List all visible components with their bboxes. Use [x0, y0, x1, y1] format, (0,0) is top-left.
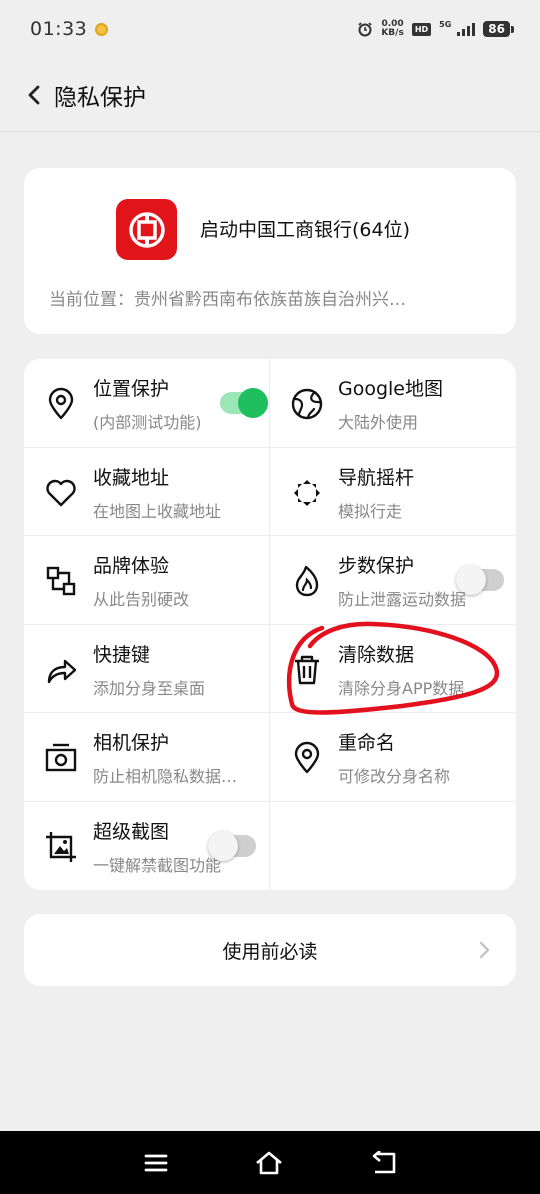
- feature-subtitle: 一键解禁截图功能: [93, 855, 222, 875]
- status-bar: 01:33 0.00 KB/s HD 5G 86: [0, 0, 540, 58]
- chevron-right-icon: [479, 941, 490, 959]
- feature-super-screenshot[interactable]: 超级截图 一键解禁截图功能: [24, 802, 270, 891]
- readme-label: 使用前必读: [222, 940, 318, 963]
- current-location-text: 当前位置：贵州省黔西南布依族苗族自治州兴…: [49, 290, 406, 310]
- location-pin-icon: [294, 741, 320, 774]
- feature-clear-data[interactable]: 清除数据 清除分身APP数据: [270, 625, 516, 714]
- location-pin-icon: [48, 387, 74, 420]
- feature-subtitle: 从此告别硬改: [93, 590, 190, 609]
- move-arrows-icon: [294, 479, 320, 506]
- feature-rename[interactable]: 重命名 可修改分身名称: [270, 713, 516, 802]
- shapes-icon: [46, 566, 76, 596]
- icbc-logo-icon: [116, 199, 177, 260]
- feature-title: 清除数据: [338, 643, 415, 666]
- feature-brand-experience[interactable]: 品牌体验 从此告别硬改: [24, 536, 270, 625]
- feature-subtitle: 添加分身至桌面: [93, 678, 206, 698]
- back-nav-icon[interactable]: [369, 1150, 397, 1175]
- feature-title: 收藏地址: [93, 466, 170, 489]
- page-title: 隐私保护: [54, 84, 146, 111]
- camera-icon: [45, 743, 77, 772]
- feature-subtitle: 防止泄露运动数据: [338, 590, 467, 609]
- feature-shortcut[interactable]: 快捷键 添加分身至桌面: [24, 625, 270, 714]
- feature-step-protect[interactable]: 步数保护 防止泄露运动数据: [270, 536, 516, 625]
- readme-button[interactable]: 使用前必读: [24, 914, 516, 986]
- feature-title: 品牌体验: [93, 555, 170, 577]
- heart-icon: [46, 479, 76, 506]
- back-button[interactable]: [14, 75, 54, 115]
- status-indicators: 0.00 KB/s HD 5G 86: [357, 19, 514, 38]
- net-speed: 0.00 KB/s: [381, 20, 403, 38]
- feature-subtitle: (内部测试功能): [93, 413, 202, 432]
- launch-card[interactable]: 启动中国工商银行(64位) 当前位置：贵州省黔西南布依族苗族自治州兴…: [24, 168, 516, 334]
- home-icon[interactable]: [254, 1150, 284, 1176]
- feature-subtitle: 防止相机隐私数据…: [93, 767, 238, 786]
- feature-camera-protect[interactable]: 相机保护 防止相机隐私数据…: [24, 713, 270, 802]
- feature-subtitle: 模拟行走: [338, 501, 403, 521]
- location-protect-toggle[interactable]: [220, 388, 268, 418]
- feature-nav-joystick[interactable]: 导航摇杆 模拟行走: [270, 448, 516, 595]
- network-type: 5G: [439, 19, 452, 29]
- feature-google-map[interactable]: Google地图 大陆外使用: [270, 359, 516, 448]
- battery-indicator: 86: [483, 21, 514, 37]
- feature-title: 位置保护: [93, 378, 170, 400]
- feature-favorite-address[interactable]: 收藏地址 在地图上收藏地址: [24, 448, 270, 537]
- flame-icon: [295, 565, 319, 597]
- feature-subtitle: 清除分身APP数据: [338, 678, 465, 698]
- share-arrow-icon: [47, 659, 77, 683]
- menu-icon[interactable]: [143, 1152, 169, 1174]
- feature-title: 快捷键: [93, 643, 151, 666]
- alarm-icon: [358, 22, 372, 37]
- feature-title: 步数保护: [338, 555, 415, 577]
- feature-title: 导航摇杆: [338, 466, 415, 489]
- feature-subtitle: 大陆外使用: [338, 413, 419, 432]
- feature-title: 超级截图: [93, 820, 170, 843]
- feature-title: 相机保护: [93, 732, 170, 754]
- feature-title: Google地图: [338, 378, 444, 400]
- trash-icon: [295, 655, 319, 684]
- header: 隐私保护: [0, 58, 540, 132]
- hd-badge: HD: [411, 22, 432, 36]
- launch-app-label: 启动中国工商银行(64位): [200, 219, 411, 241]
- system-nav-bar: [0, 1131, 540, 1194]
- coin-icon: [95, 22, 109, 36]
- super-screenshot-toggle[interactable]: [208, 830, 256, 861]
- signal-icon: [457, 22, 476, 36]
- globe-icon: [291, 388, 323, 420]
- feature-subtitle: 在地图上收藏地址: [93, 501, 222, 521]
- status-time: 01:33: [30, 18, 88, 40]
- feature-title: 重命名: [338, 732, 396, 754]
- net-speed-unit: KB/s: [381, 28, 404, 38]
- feature-subtitle: 可修改分身名称: [338, 767, 451, 786]
- feature-location-protect[interactable]: 位置保护 (内部测试功能): [24, 359, 270, 448]
- chevron-left-icon: [28, 85, 40, 104]
- feature-grid: 位置保护 (内部测试功能) Google地图 大陆外使用 收藏地址 在地图上收藏…: [24, 359, 516, 890]
- crop-image-icon: [46, 831, 76, 862]
